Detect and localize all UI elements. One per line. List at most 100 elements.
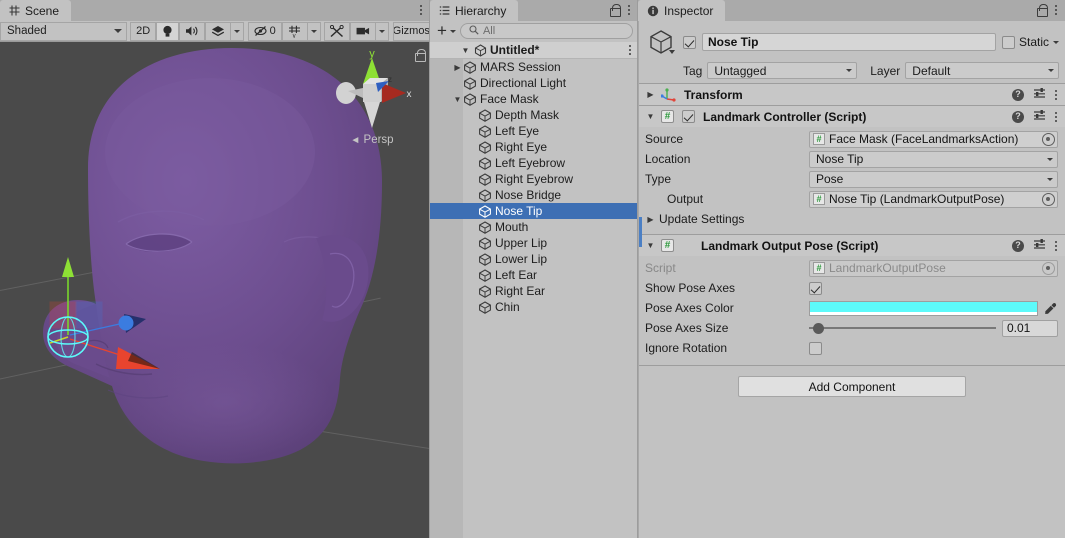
object-picker-icon[interactable] (1042, 193, 1055, 206)
hierarchy-item-left-eye[interactable]: Left Eye (430, 123, 638, 139)
hierarchy-lock-icon[interactable] (609, 4, 620, 16)
hierarchy-item-left-eyebrow[interactable]: Left Eyebrow (430, 155, 638, 171)
hierarchy-item-mars-session[interactable]: ▶MARS Session (430, 59, 638, 75)
inspector-menu-icon[interactable] (1055, 3, 1058, 17)
property-pose-axes-size-input[interactable]: 0.01 (1002, 320, 1058, 337)
component-landmark-output-pose-header[interactable]: ▼ # Landmark Output Pose (Script) ? (639, 235, 1065, 256)
property-location-dropdown[interactable]: Nose Tip (809, 151, 1058, 168)
tab-scene[interactable]: Scene (0, 0, 71, 21)
panel-divider[interactable] (637, 0, 638, 538)
hierarchy-item-face-mask[interactable]: ▼Face Mask (430, 91, 638, 107)
inspector-lock-icon[interactable] (1036, 4, 1047, 16)
object-picker-icon[interactable] (1042, 133, 1055, 146)
toggle-2d-button[interactable]: 2D (130, 22, 156, 41)
foldout-update-settings[interactable]: ▶ Update Settings (645, 210, 1058, 228)
scene-lighting-button[interactable] (156, 22, 179, 41)
panel-divider[interactable] (429, 0, 430, 538)
transform-gizmo[interactable] (20, 257, 180, 397)
property-type-dropdown[interactable]: Pose (809, 171, 1058, 188)
hierarchy-item-label: Right Eye (495, 140, 547, 154)
hierarchy-menu-icon[interactable] (628, 3, 631, 17)
scene-hidden-objects-button[interactable]: 0 (248, 22, 282, 41)
hierarchy-item-left-ear[interactable]: Left Ear (430, 267, 638, 283)
help-icon[interactable]: ? (1012, 240, 1024, 252)
property-pose-axes-size-slider[interactable] (809, 320, 996, 337)
gameobject-enabled-checkbox[interactable] (683, 36, 696, 49)
scene-menu-icon[interactable] (420, 3, 423, 17)
eyedropper-icon[interactable] (1042, 302, 1058, 315)
scene-grid-button[interactable]: y (282, 22, 308, 41)
hierarchy-item-directional-light[interactable]: Directional Light (430, 75, 638, 91)
scene-audio-button[interactable] (179, 22, 205, 41)
hierarchy-item-label: Nose Bridge (495, 188, 561, 202)
scene-camera-dropdown[interactable] (376, 22, 389, 41)
gameobject-cube-icon (478, 205, 492, 218)
property-output-value: Nose Tip (LandmarkOutputPose) (829, 192, 1004, 206)
tab-hierarchy[interactable]: Hierarchy (430, 0, 518, 21)
help-icon[interactable]: ? (1012, 111, 1024, 123)
chevron-down-icon[interactable] (1053, 41, 1059, 44)
scene-fx-button[interactable] (205, 22, 231, 41)
slider-knob[interactable] (813, 323, 824, 334)
property-pose-axes-size-label: Pose Axes Size (645, 321, 809, 335)
property-ignore-rotation-checkbox[interactable] (809, 342, 822, 355)
hierarchy-add-button[interactable]: + (435, 24, 458, 38)
script-icon: # (813, 262, 825, 274)
property-show-pose-axes: Show Pose Axes (645, 279, 1058, 297)
scene-fx-dropdown[interactable] (231, 22, 244, 41)
gameobject-icon[interactable] (647, 27, 677, 57)
static-checkbox[interactable] (1002, 36, 1015, 49)
preset-icon[interactable] (1033, 109, 1046, 124)
component-menu-icon[interactable] (1055, 88, 1058, 102)
scene-gizmos-button[interactable]: Gizmos (393, 22, 430, 41)
chevron-collapsed-icon[interactable]: ▶ (645, 215, 656, 224)
hierarchy-item-right-eyebrow[interactable]: Right Eyebrow (430, 171, 638, 187)
hierarchy-item-nose-tip[interactable]: Nose Tip (430, 203, 638, 219)
chevron-expanded-icon[interactable]: ▼ (460, 46, 471, 55)
hierarchy-item-chin[interactable]: Chin (430, 299, 638, 315)
hierarchy-search-input[interactable]: All (460, 23, 633, 39)
preset-icon[interactable] (1033, 87, 1046, 102)
scene-viewport[interactable]: y x z ◄ Persp (0, 42, 430, 538)
hierarchy-item-mouth[interactable]: Mouth (430, 219, 638, 235)
static-toggle-group[interactable]: Static (1002, 35, 1059, 49)
hierarchy-item-right-eye[interactable]: Right Eye (430, 139, 638, 155)
chevron-expanded-icon[interactable]: ▼ (452, 95, 463, 104)
chevron-collapsed-icon[interactable]: ▶ (452, 63, 463, 72)
tab-inspector[interactable]: Inspector (638, 0, 725, 21)
scene-tools-button[interactable] (324, 22, 350, 41)
gameobject-name-input[interactable]: Nose Tip (702, 33, 996, 51)
scene-row-menu-icon[interactable] (629, 43, 632, 57)
chevron-expanded-icon[interactable]: ▼ (645, 241, 656, 250)
component-landmark-controller-header[interactable]: ▼ # Landmark Controller (Script) ? (639, 106, 1065, 127)
layer-dropdown[interactable]: Default (905, 62, 1059, 79)
property-output-field[interactable]: # Nose Tip (LandmarkOutputPose) (809, 191, 1058, 208)
hierarchy-item-depth-mask[interactable]: Depth Mask (430, 107, 638, 123)
hierarchy-scene-row[interactable]: ▼ Untitled* (430, 42, 638, 59)
preset-icon[interactable] (1033, 238, 1046, 253)
gameobject-cube-icon (478, 109, 492, 122)
scene-panel: Scene Shaded 2D (0, 0, 430, 538)
hierarchy-item-lower-lip[interactable]: Lower Lip (430, 251, 638, 267)
shading-mode-dropdown[interactable]: Shaded (0, 22, 127, 41)
scene-camera-button[interactable] (350, 22, 376, 41)
component-transform-header[interactable]: ▶ Transform ? (639, 84, 1065, 105)
hierarchy-item-right-ear[interactable]: Right Ear (430, 283, 638, 299)
scene-grid-dropdown[interactable] (308, 22, 321, 41)
hierarchy-item-upper-lip[interactable]: Upper Lip (430, 235, 638, 251)
add-component-button[interactable]: Add Component (738, 376, 966, 397)
tab-scene-label: Scene (25, 4, 59, 18)
component-enabled-checkbox[interactable] (682, 110, 695, 123)
projection-mode-label[interactable]: ◄ Persp (332, 134, 412, 146)
property-show-pose-axes-checkbox[interactable] (809, 282, 822, 295)
component-menu-icon[interactable] (1055, 110, 1058, 124)
property-source-field[interactable]: # Face Mask (FaceLandmarksAction) (809, 131, 1058, 148)
chevron-expanded-icon[interactable]: ▼ (645, 112, 656, 121)
component-menu-icon[interactable] (1055, 239, 1058, 253)
chevron-collapsed-icon[interactable]: ▶ (645, 90, 656, 99)
tag-dropdown[interactable]: Untagged (707, 62, 857, 79)
tools-icon (330, 25, 344, 38)
property-pose-axes-color-swatch[interactable] (809, 301, 1038, 316)
hierarchy-item-nose-bridge[interactable]: Nose Bridge (430, 187, 638, 203)
help-icon[interactable]: ? (1012, 89, 1024, 101)
